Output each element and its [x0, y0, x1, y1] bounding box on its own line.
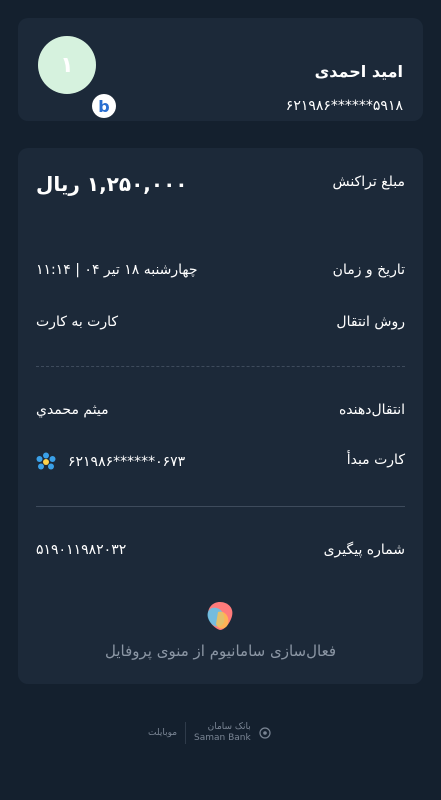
- amount-value: ۱,۲۵۰,۰۰۰ ریال: [36, 172, 188, 196]
- saman-bank-logo-icon: [259, 727, 271, 739]
- avatar-digit: ۱: [60, 52, 74, 78]
- tracking-value: ۵۱۹۰۱۱۹۸۲۰۳۲: [36, 542, 127, 558]
- footer-divider: [185, 722, 187, 744]
- source-card-value: ۶۲۱۹۸۶******۰۶۷۳: [68, 454, 186, 470]
- source-card-value-wrapper: ۶۲۱۹۸۶******۰۶۷۳: [36, 452, 185, 472]
- datetime-label: تاریخ و زمان: [332, 262, 405, 278]
- amount-row: مبلغ تراکنش ۱,۲۵۰,۰۰۰ ریال: [18, 172, 423, 200]
- datetime-value: چهارشنبه ۱۸ تیر ۰۴ | ۱۱:۱۴: [36, 262, 198, 278]
- sender-value: میثم محمدي: [36, 402, 109, 418]
- bank-name-fa: بانک سامان: [207, 722, 251, 733]
- samanium-promo[interactable]: فعال‌سازی سامانیوم از منوی پروفایل: [18, 642, 423, 660]
- dashed-divider: [36, 366, 405, 367]
- method-row: روش انتقال کارت به کارت: [18, 314, 423, 342]
- amount-label: مبلغ تراکنش: [332, 174, 405, 190]
- source-card-label: کارت مبدأ: [346, 452, 405, 468]
- samanium-logo-icon: [207, 602, 233, 630]
- tracking-row: شماره پیگیری ۵۱۹۰۱۱۹۸۲۰۳۲: [18, 542, 423, 570]
- saman-bank-label: بانک سامان Saman Bank: [194, 722, 251, 744]
- avatar: ۱: [38, 36, 96, 94]
- method-value: کارت به کارت: [36, 314, 119, 330]
- transaction-card: مبلغ تراکنش ۱,۲۵۰,۰۰۰ ریال تاریخ و زمان …: [18, 148, 423, 684]
- bank-badge-icon: b: [92, 94, 116, 118]
- bank-name-en: Saman Bank: [194, 733, 251, 743]
- profile-card: ۱ b امید احمدی ۶۲۱۹۸۶******۵۹۱۸: [18, 18, 423, 121]
- mobilet-label: موبایلت: [148, 728, 178, 738]
- bank-flower-icon: [36, 452, 56, 470]
- footer-branding: موبایلت بانک سامان Saman Bank: [148, 722, 271, 744]
- card-number: ۶۲۱۹۸۶******۵۹۱۸: [285, 98, 403, 114]
- sender-label: انتقال‌دهنده: [338, 402, 405, 418]
- method-label: روش انتقال: [336, 314, 405, 330]
- source-card-row: کارت مبدأ ۶۲۱۹۸۶******۰۶۷۳: [18, 452, 423, 480]
- datetime-row: تاریخ و زمان چهارشنبه ۱۸ تیر ۰۴ | ۱۱:۱۴: [18, 262, 423, 290]
- source-card-line: ۶۲۱۹۸۶******۰۶۷۳: [36, 452, 185, 472]
- solid-divider: [36, 506, 405, 507]
- account-holder-name: امید احمدی: [314, 62, 403, 81]
- sender-row: انتقال‌دهنده میثم محمدي: [18, 402, 423, 430]
- tracking-label: شماره پیگیری: [323, 542, 405, 558]
